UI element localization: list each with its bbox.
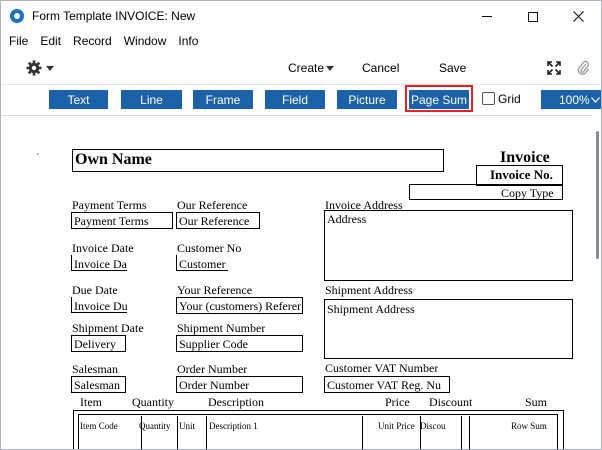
our-reference-label[interactable]: Our Reference <box>177 198 247 212</box>
minimize-icon <box>482 16 492 17</box>
row-unit-field[interactable]: Unit <box>179 419 195 433</box>
column-description-label[interactable]: Description <box>208 395 264 409</box>
salesman-label[interactable]: Salesman <box>72 362 118 376</box>
shipment-address-field[interactable]: Shipment Address <box>327 302 415 316</box>
row-unit-price-field[interactable]: Unit Price <box>378 419 415 433</box>
grid-label: Grid <box>498 92 521 106</box>
row-item-code-field[interactable]: Item Code <box>80 419 118 433</box>
chevron-down-icon <box>591 97 600 103</box>
vertical-scrollbar-thumb[interactable] <box>596 131 599 259</box>
row-discount-field[interactable]: Discou <box>420 419 446 433</box>
order-number-label[interactable]: Order Number <box>177 362 247 376</box>
create-dropdown-icon[interactable] <box>326 66 334 71</box>
shipment-number-field[interactable]: Supplier Code <box>179 337 248 351</box>
form-template-window: Form Template INVOICE: New File Edit Rec… <box>0 0 602 450</box>
our-reference-field[interactable]: Our Reference <box>179 214 249 228</box>
line-tool-button[interactable]: Line <box>121 90 182 109</box>
column-quantity-label[interactable]: Quantity <box>132 395 174 409</box>
minimize-button[interactable] <box>464 1 510 32</box>
create-button[interactable]: Create <box>288 61 324 75</box>
invoice-date-field[interactable]: Invoice Da <box>74 257 127 271</box>
row-divider <box>177 416 178 449</box>
row-area-top-line <box>78 414 558 415</box>
row-divider <box>469 416 470 449</box>
menu-window[interactable]: Window <box>118 32 173 52</box>
page-sum-highlight <box>405 85 473 112</box>
form-design-canvas[interactable]: ´ Own Name Invoice Invoice No. Copy Type… <box>2 115 592 449</box>
invoice-date-label[interactable]: Invoice Date <box>72 241 134 255</box>
row-sum-field[interactable]: Row Sum <box>511 419 547 433</box>
customer-no-field[interactable]: Customer <box>179 257 226 271</box>
column-price-label[interactable]: Price <box>385 395 410 409</box>
row-quantity-field[interactable]: Quantity <box>139 419 171 433</box>
close-icon <box>572 11 584 22</box>
shipment-number-label[interactable]: Shipment Number <box>177 321 265 335</box>
grid-checkbox[interactable] <box>482 92 495 105</box>
payment-terms-field[interactable]: Payment Terms <box>74 214 149 228</box>
text-tool-button[interactable]: Text <box>49 90 108 109</box>
row-divider <box>206 416 207 449</box>
zoom-value: 100% <box>559 92 590 107</box>
gear-icon <box>26 60 42 76</box>
shipment-address-label[interactable]: Shipment Address <box>325 283 413 297</box>
row-divider <box>461 416 462 449</box>
due-date-field[interactable]: Invoice Du <box>74 299 128 313</box>
action-toolbar: Create Cancel Save <box>1 54 601 83</box>
column-discount-label[interactable]: Discount <box>429 395 472 409</box>
title-bar: Form Template INVOICE: New <box>1 1 601 32</box>
menu-info[interactable]: Info <box>172 32 204 52</box>
due-date-label[interactable]: Due Date <box>72 283 118 297</box>
picture-tool-button[interactable]: Picture <box>337 90 397 109</box>
design-toolbar: Text Line Frame Field Picture Page Sum G… <box>1 85 601 114</box>
tick-mark: ´ <box>36 153 40 164</box>
copy-type-field[interactable]: Copy Type <box>501 186 554 200</box>
maximize-button[interactable] <box>510 1 556 32</box>
shipment-date-label[interactable]: Shipment Date <box>72 321 144 335</box>
your-reference-field[interactable]: Your (customers) Referen <box>179 299 301 313</box>
row-area-right-line <box>557 414 558 449</box>
cancel-button[interactable]: Cancel <box>362 61 399 75</box>
menu-file[interactable]: File <box>3 32 34 52</box>
field-tool-button[interactable]: Field <box>265 90 325 109</box>
menu-bar: File Edit Record Window Info <box>1 32 601 52</box>
customer-no-label[interactable]: Customer No <box>177 241 241 255</box>
menu-record[interactable]: Record <box>67 32 118 52</box>
attachment-icon[interactable] <box>576 60 590 76</box>
invoice-no-field[interactable]: Invoice No. <box>490 167 553 183</box>
own-name-field[interactable]: Own Name <box>75 151 152 169</box>
window-title: Form Template INVOICE: New <box>32 9 196 23</box>
menu-edit[interactable]: Edit <box>34 32 67 52</box>
payment-terms-label[interactable]: Payment Terms <box>72 198 147 212</box>
app-logo-icon <box>10 9 24 23</box>
row-area-left-line <box>78 414 79 449</box>
customer-vat-field[interactable]: Customer VAT Reg. Nu <box>327 378 441 392</box>
close-button[interactable] <box>555 1 601 32</box>
invoice-address-field[interactable]: Address <box>327 212 366 226</box>
shipment-date-field[interactable]: Delivery <box>74 337 116 351</box>
maximize-icon <box>528 11 538 22</box>
your-reference-label[interactable]: Your Reference <box>177 283 252 297</box>
zoom-select[interactable]: 100% <box>541 90 601 109</box>
settings-button[interactable] <box>25 59 55 77</box>
column-item-label[interactable]: Item <box>80 395 102 409</box>
expand-icon[interactable] <box>547 61 561 75</box>
column-sum-label[interactable]: Sum <box>525 395 547 409</box>
chevron-down-icon <box>46 66 54 71</box>
customer-vat-label[interactable]: Customer VAT Number <box>325 361 438 375</box>
row-divider <box>362 416 363 449</box>
order-number-field[interactable]: Order Number <box>179 378 249 392</box>
row-description-field[interactable]: Description 1 <box>209 419 258 433</box>
frame-tool-button[interactable]: Frame <box>193 90 253 109</box>
salesman-field[interactable]: Salesman <box>74 378 120 392</box>
save-button[interactable]: Save <box>439 61 466 75</box>
